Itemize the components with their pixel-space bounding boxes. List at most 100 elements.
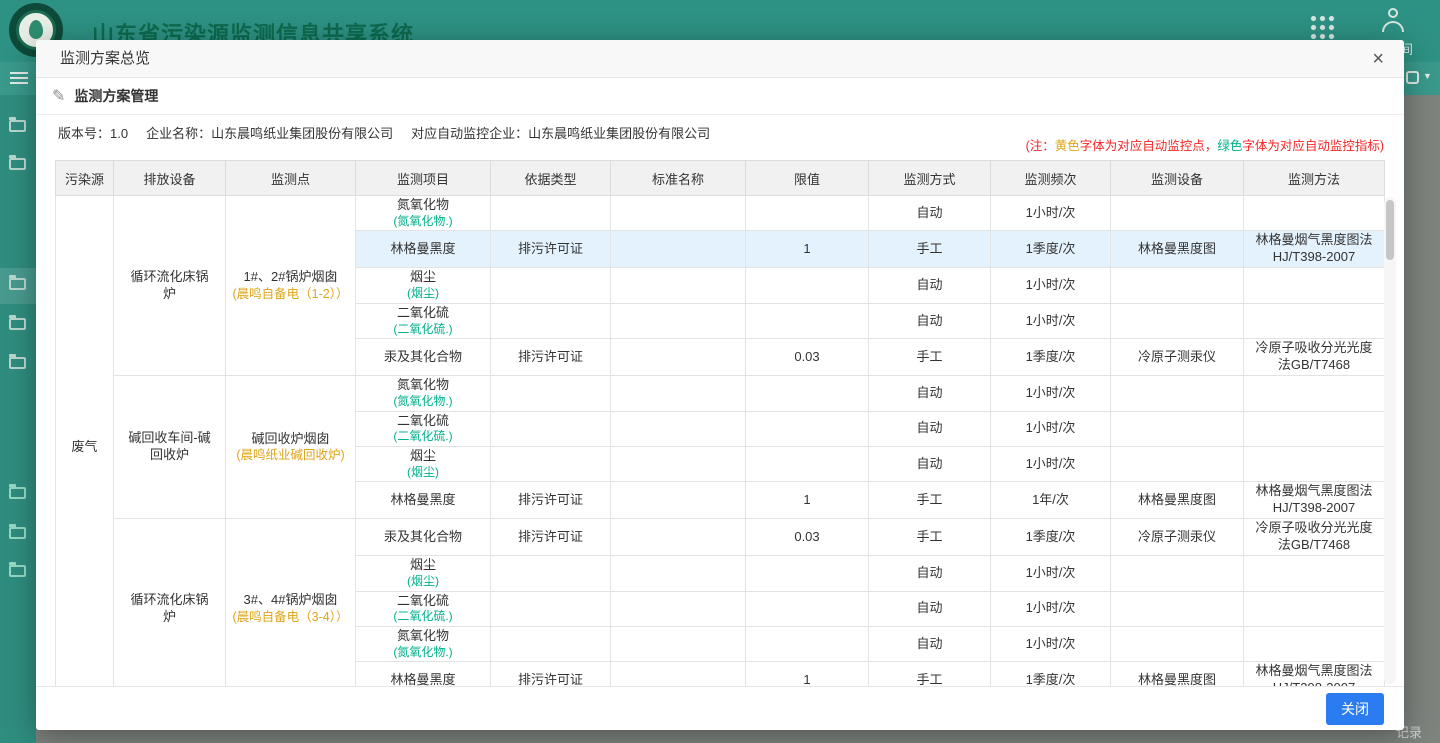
equipment-cell <box>1111 303 1244 338</box>
method-cell: 冷原子吸收分光光度法GB/T7468 <box>1244 339 1385 376</box>
item-name: 二氧化硫 <box>362 413 484 430</box>
mode-cell: 自动 <box>869 268 991 303</box>
standard-cell <box>611 196 746 231</box>
folder-icon[interactable] <box>9 318 26 330</box>
item-cell: 烟尘(烟尘) <box>356 556 491 591</box>
item-cell: 二氧化硫(二氧化硫.) <box>356 591 491 626</box>
limit-cell <box>746 303 869 338</box>
frequency-cell: 1小时/次 <box>991 303 1111 338</box>
auto-monitor-indicator-label: (氮氧化物.) <box>362 214 484 230</box>
auto-monitor-point-label: (晨鸣自备电（1-2）） <box>232 286 349 302</box>
equipment-cell: 林格曼黑度图 <box>1111 662 1244 686</box>
pen-icon: ✎ <box>52 86 65 106</box>
auto-monitor-indicator-label: (烟尘) <box>362 574 484 590</box>
equipment-cell <box>1111 446 1244 481</box>
method-cell: 林格曼烟气黑度图法HJ/T398-2007 <box>1244 231 1385 268</box>
frequency-cell: 1小时/次 <box>991 411 1111 446</box>
close-icon[interactable]: × <box>1372 47 1384 71</box>
item-name: 氮氧化物 <box>362 628 484 645</box>
item-cell: 氮氧化物(氮氧化物.) <box>356 196 491 231</box>
frequency-cell: 1小时/次 <box>991 446 1111 481</box>
item-cell: 林格曼黑度 <box>356 662 491 686</box>
mode-cell: 自动 <box>869 446 991 481</box>
table-row[interactable]: 废气循环流化床锅炉1#、2#锅炉烟囱(晨鸣自备电（1-2））氮氧化物(氮氧化物.… <box>56 196 1385 231</box>
column-header: 监测设备 <box>1111 161 1244 196</box>
mode-cell: 手工 <box>869 662 991 686</box>
equipment-cell <box>1111 268 1244 303</box>
standard-cell <box>611 627 746 662</box>
auto-monitor-indicator-label: (二氧化硫.) <box>362 322 484 338</box>
standard-cell <box>611 339 746 376</box>
menu-icon[interactable] <box>10 72 28 87</box>
limit-cell <box>746 627 869 662</box>
modal-title: 监测方案总览 <box>60 40 150 78</box>
apps-grid-icon[interactable] <box>1308 13 1335 40</box>
basis-cell <box>491 376 611 411</box>
chevron-down-icon[interactable]: ▼ <box>1423 71 1432 81</box>
frequency-cell: 1小时/次 <box>991 591 1111 626</box>
note-middle: 字体为对应自动监控点， <box>1080 139 1218 153</box>
basis-cell: 排污许可证 <box>491 339 611 376</box>
mode-cell: 手工 <box>869 339 991 376</box>
version-label: 版本号：1.0 <box>58 126 128 141</box>
method-cell: 林格曼烟气黑度图法HJ/T398-2007 <box>1244 662 1385 686</box>
table-scrollbar[interactable] <box>1384 197 1396 684</box>
auto-monitor-point-label: (晨鸣纸业碱回收炉) <box>232 447 349 463</box>
column-header: 监测方法 <box>1244 161 1385 196</box>
modal-footer: 关闭 <box>36 686 1404 730</box>
color-legend-note: (注：黄色字体为对应自动监控点，绿色字体为对应自动监控指标) <box>1026 135 1384 154</box>
equipment-cell: 冷原子测汞仪 <box>1111 519 1244 556</box>
limit-cell <box>746 556 869 591</box>
item-name: 二氧化硫 <box>362 593 484 610</box>
equipment-cell <box>1111 411 1244 446</box>
frequency-cell: 1小时/次 <box>991 556 1111 591</box>
folder-icon[interactable] <box>9 278 26 290</box>
equipment-cell <box>1111 627 1244 662</box>
column-header: 排放设备 <box>114 161 226 196</box>
folder-icon[interactable] <box>9 487 26 499</box>
table-row[interactable]: 碱回收车间-碱回收炉碱回收炉烟囱(晨鸣纸业碱回收炉)氮氧化物(氮氧化物.)自动1… <box>56 376 1385 411</box>
frequency-cell: 1季度/次 <box>991 662 1111 686</box>
item-cell: 烟尘(烟尘) <box>356 446 491 481</box>
frequency-cell: 1季度/次 <box>991 339 1111 376</box>
method-cell <box>1244 376 1385 411</box>
standard-cell <box>611 519 746 556</box>
table-header-row: 污染源排放设备监测点监测项目依据类型标准名称限值监测方式监测频次监测设备监测方法 <box>56 161 1385 196</box>
method-cell <box>1244 411 1385 446</box>
auto-monitor-point-label: (晨鸣自备电（3-4）） <box>232 609 349 625</box>
table-container: 污染源排放设备监测点监测项目依据类型标准名称限值监测方式监测频次监测设备监测方法… <box>36 160 1404 686</box>
auto-monitor-indicator-label: (氮氧化物.) <box>362 645 484 661</box>
column-header: 监测方式 <box>869 161 991 196</box>
point-name: 碱回收炉烟囱 <box>232 431 349 448</box>
frequency-cell: 1季度/次 <box>991 231 1111 268</box>
folder-icon[interactable] <box>9 158 26 170</box>
item-cell: 林格曼黑度 <box>356 231 491 268</box>
basis-cell <box>491 268 611 303</box>
scrollbar-thumb[interactable] <box>1386 200 1394 260</box>
device-cell: 循环流化床锅炉 <box>114 519 226 686</box>
folder-icon[interactable] <box>9 565 26 577</box>
column-header: 标准名称 <box>611 161 746 196</box>
folder-icon[interactable] <box>9 120 26 132</box>
equipment-cell: 林格曼黑度图 <box>1111 231 1244 268</box>
auto-company-label: 对应自动监控企业：山东晨鸣纸业集团股份有限公司 <box>411 126 710 141</box>
limit-cell <box>746 411 869 446</box>
item-name: 汞及其化合物 <box>362 529 484 546</box>
table-row[interactable]: 循环流化床锅炉3#、4#锅炉烟囱(晨鸣自备电（3-4））汞及其化合物排污许可证0… <box>56 519 1385 556</box>
user-icon[interactable] <box>1381 8 1407 34</box>
item-name: 烟尘 <box>362 448 484 465</box>
close-button[interactable]: 关闭 <box>1326 693 1384 725</box>
info-bar: 版本号：1.0企业名称：山东晨鸣纸业集团股份有限公司对应自动监控企业：山东晨鸣纸… <box>36 115 1404 160</box>
method-cell <box>1244 196 1385 231</box>
mode-cell: 自动 <box>869 556 991 591</box>
item-cell: 汞及其化合物 <box>356 519 491 556</box>
folder-icon[interactable] <box>9 527 26 539</box>
method-cell <box>1244 268 1385 303</box>
standard-cell <box>611 482 746 519</box>
header-widget-icon[interactable] <box>1406 71 1419 84</box>
column-header: 监测频次 <box>991 161 1111 196</box>
standard-cell <box>611 268 746 303</box>
monitoring-table: 污染源排放设备监测点监测项目依据类型标准名称限值监测方式监测频次监测设备监测方法… <box>55 160 1385 686</box>
equipment-cell: 林格曼黑度图 <box>1111 482 1244 519</box>
folder-icon[interactable] <box>9 357 26 369</box>
